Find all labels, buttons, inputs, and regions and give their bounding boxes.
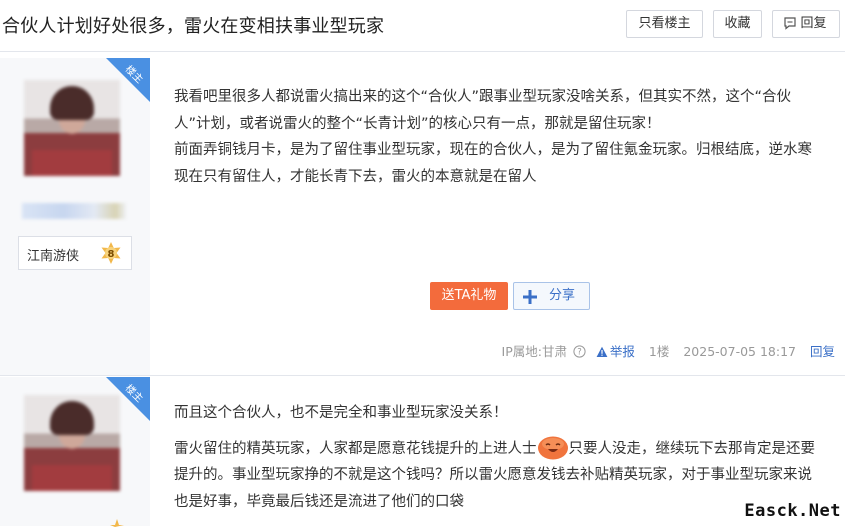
post-time: 2025-07-05 18:17 [683, 343, 796, 359]
comment-icon [784, 17, 797, 30]
svg-text:?: ? [577, 348, 582, 358]
post-reply-link[interactable]: 回复 [810, 343, 835, 361]
post-floor-1: 楼主 江南游侠 8 我看吧里很多人都说雷火搞出来的这个“合伙人”跟事业型玩家没啥… [0, 58, 845, 376]
site-watermark: Easck.Net [744, 501, 841, 521]
post-paragraph: 前面弄铜钱月卡，是为了留住事业型玩家，现在的合伙人，是为了留住氪金玩家。归根结底… [174, 142, 812, 185]
post-floor-2: 楼主 而且这个合伙人，也不是完全和事业型玩家没关系！ 雷火留住的精英玩家，人家都… [0, 377, 845, 527]
report-label: 举报 [609, 343, 635, 359]
share-label: 分享 [549, 288, 576, 303]
author-username[interactable] [22, 203, 126, 219]
floor-number: 1楼 [648, 343, 670, 359]
reply-button-label: 回复 [800, 16, 827, 31]
author-sidebar: 楼主 江南游侠 8 [0, 58, 150, 375]
level-number: 8 [108, 249, 115, 260]
warning-icon [596, 346, 608, 357]
post-text: 雷火留住的精英玩家，人家都是愿意花钱提升的上进人士 [174, 440, 537, 457]
post-content: 而且这个合伙人，也不是完全和事业型玩家没关系！ 雷火留住的精英玩家，人家都是愿意… [174, 400, 824, 515]
level-star-icon: 8 [101, 242, 121, 264]
thread-title: 合伙人计划好处很多，雷火在变相扶事业型玩家 [2, 16, 385, 37]
post-paragraph: 我看吧里很多人都说雷火搞出来的这个“合伙人”跟事业型玩家没啥关系，但其实不然，这… [174, 89, 792, 132]
author-avatar[interactable] [24, 395, 120, 491]
post-paragraph: 雷火留住的精英玩家，人家都是愿意花钱提升的上进人士 只要人没走，继续玩下去那肯定… [174, 434, 824, 516]
author-avatar[interactable] [24, 80, 120, 176]
question-icon[interactable]: ? [573, 345, 586, 358]
post-meta: IP属地:甘肃 ? 举报 1楼 2025-07-05 18:17 回复 [502, 342, 835, 360]
post-paragraph: 而且这个合伙人，也不是完全和事业型玩家没关系！ [174, 405, 508, 421]
reply-button[interactable]: 回复 [772, 10, 840, 38]
author-level: 江南游侠 8 [18, 236, 132, 270]
author-sidebar: 楼主 [0, 377, 150, 527]
share-button[interactable]: 分享 [513, 282, 590, 310]
favorite-button[interactable]: 收藏 [713, 10, 762, 38]
post-content: 我看吧里很多人都说雷火搞出来的这个“合伙人”跟事业型玩家没啥关系，但其实不然，这… [174, 84, 824, 190]
ip-location: IP属地:甘肃 [501, 343, 567, 359]
thread-header: 合伙人计划好处很多，雷火在变相扶事业型玩家 只看楼主 收藏 回复 [0, 0, 845, 52]
only-op-button[interactable]: 只看楼主 [626, 10, 703, 38]
laughing-face-icon [537, 436, 568, 459]
report-link[interactable]: 举报 [596, 342, 635, 361]
level-name: 江南游侠 [27, 249, 80, 264]
send-gift-button[interactable]: 送TA礼物 [430, 282, 508, 310]
plus-icon [523, 290, 537, 304]
